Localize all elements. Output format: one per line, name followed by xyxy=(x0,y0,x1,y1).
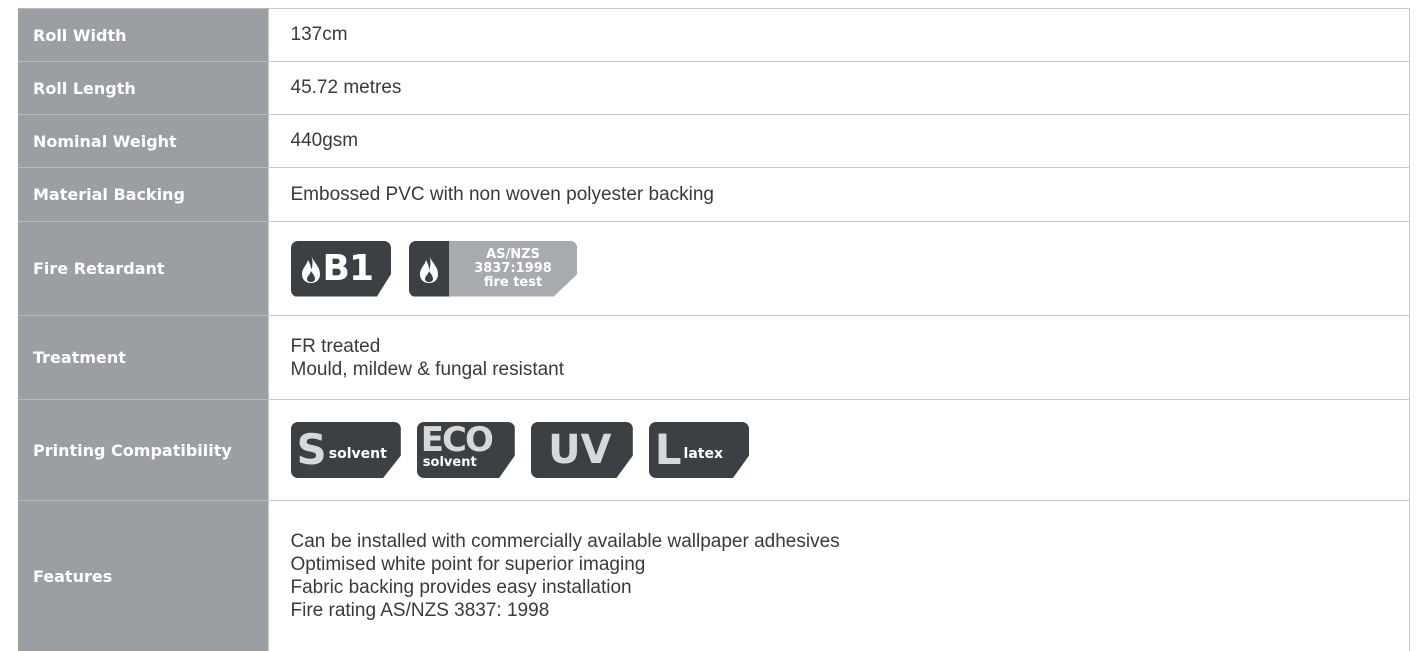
uv-letter: UV xyxy=(548,430,611,470)
feature-line: Fabric backing provides easy installatio… xyxy=(291,576,1410,599)
feature-line: Fire rating AS/NZS 3837: 1998 xyxy=(291,599,1410,622)
asnzs-line: fire test xyxy=(484,276,542,290)
row-value: Embossed PVC with non woven polyester ba… xyxy=(268,168,1410,222)
solvent-letter: S xyxy=(297,429,327,471)
row-label: Nominal Weight xyxy=(18,115,268,168)
eco-solvent-badge: ECO solvent xyxy=(417,422,515,478)
table-row: Roll Width 137cm xyxy=(18,9,1410,62)
row-label: Material Backing xyxy=(18,168,268,222)
feature-line: Can be installed with commercially avail… xyxy=(291,530,1410,553)
table-row: Roll Length 45.72 metres xyxy=(18,62,1410,115)
print-badges: S solvent ECO solvent UV L latex xyxy=(268,400,1410,501)
table-row: Features Can be installed with commercia… xyxy=(18,501,1410,651)
treatment-line: FR treated xyxy=(291,335,1410,358)
eco-text: solvent xyxy=(423,451,477,475)
latex-letter: L xyxy=(655,429,682,471)
feature-line: Optimised white point for superior imagi… xyxy=(291,553,1410,576)
row-value: 45.72 metres xyxy=(268,62,1410,115)
b1-label: B1 xyxy=(323,257,392,281)
asnzs-line: AS/NZS xyxy=(486,248,540,262)
row-label: Fire Retardant xyxy=(18,222,268,316)
row-value: FR treated Mould, mildew & fungal resist… xyxy=(268,316,1410,400)
row-label: Roll Length xyxy=(18,62,268,115)
flame-icon xyxy=(301,254,321,284)
row-label: Treatment xyxy=(18,316,268,400)
row-value: Can be installed with commercially avail… xyxy=(268,501,1410,651)
row-label: Features xyxy=(18,501,268,651)
table-row: Treatment FR treated Mould, mildew & fun… xyxy=(18,316,1410,400)
table-row: Printing Compatibility S solvent ECO sol… xyxy=(18,400,1410,501)
latex-text: latex xyxy=(684,442,723,466)
row-value: 137cm xyxy=(268,9,1410,62)
table-row: Fire Retardant B1 AS/NZS 3837:1998 fire … xyxy=(18,222,1410,316)
spec-table: Roll Width 137cm Roll Length 45.72 metre… xyxy=(18,8,1410,651)
b1-badge: B1 xyxy=(291,241,392,297)
table-row: Nominal Weight 440gsm xyxy=(18,115,1410,168)
treatment-line: Mould, mildew & fungal resistant xyxy=(291,358,1410,381)
row-label: Printing Compatibility xyxy=(18,400,268,501)
flame-icon xyxy=(419,254,439,284)
row-label: Roll Width xyxy=(18,9,268,62)
solvent-badge: S solvent xyxy=(291,422,401,478)
solvent-text: solvent xyxy=(329,442,387,466)
asnzs-badge: AS/NZS 3837:1998 fire test xyxy=(409,241,577,297)
uv-badge: UV xyxy=(531,422,633,478)
table-row: Material Backing Embossed PVC with non w… xyxy=(18,168,1410,222)
row-value: 440gsm xyxy=(268,115,1410,168)
latex-badge: L latex xyxy=(649,422,749,478)
fire-badges: B1 AS/NZS 3837:1998 fire test xyxy=(268,222,1410,316)
asnzs-line: 3837:1998 xyxy=(474,262,552,276)
